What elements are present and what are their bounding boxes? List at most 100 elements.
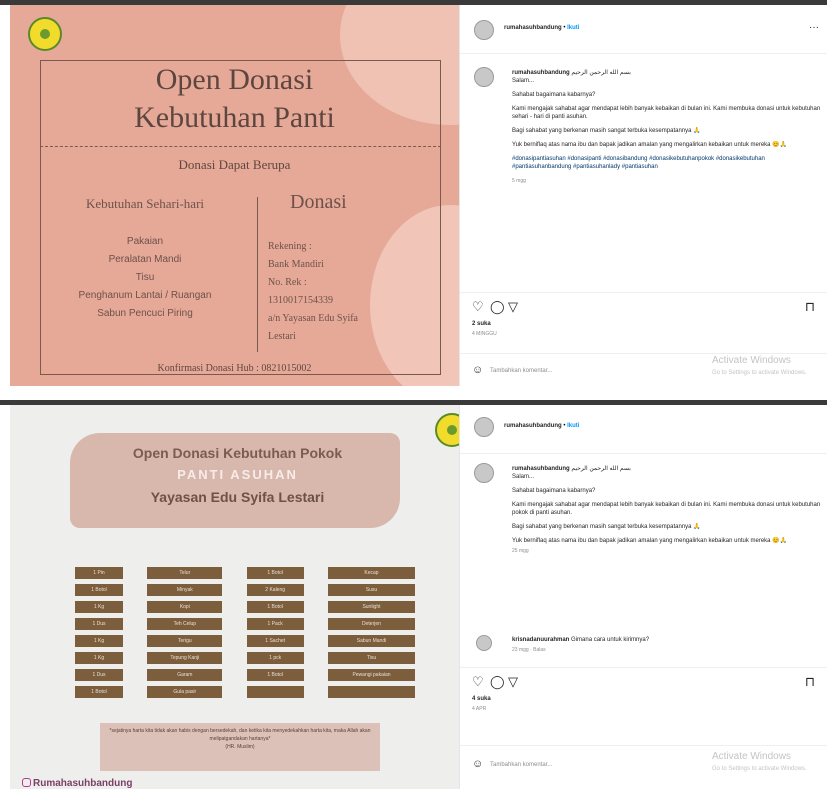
heart-icon[interactable]: ♡ <box>472 674 484 690</box>
caption: rumahasuhbandung بسم الله الرحمن الرحيم S… <box>512 465 821 561</box>
table-cell: 2 Kaleng <box>246 584 304 596</box>
table-cell: 1 Botol <box>75 686 123 698</box>
table-cell: Minyak <box>147 584 223 596</box>
caption-paragraph: Yuk berniflaq atas nama ibu dan bapak ja… <box>512 538 788 544</box>
caption-time: 25 mgg <box>512 548 529 554</box>
comment-item: krisnadanuurahman Gimana cara untuk kiri… <box>512 637 650 653</box>
table-cell <box>327 686 415 698</box>
caption-paragraph: Salam... <box>512 78 535 84</box>
bank-info: Rekening : Bank Mandiri No. Rek : 131001… <box>268 238 358 346</box>
send-icon[interactable]: ▽ <box>508 674 518 690</box>
likes-count[interactable]: 4 suka <box>472 696 491 702</box>
table-row: 1 Botol Gula pasir <box>75 686 415 698</box>
table-row: 1 Botol Minyak 2 Kaleng Susu <box>75 584 415 596</box>
table-cell: Susu <box>327 584 415 596</box>
poster-title: Open Donasi Kebutuhan Pokok <box>132 445 343 461</box>
table-cell: 1 Sachet <box>246 635 304 647</box>
table-row: 1 Dus Teh Celup 1 Pack Deterjen <box>75 618 415 630</box>
brand-text: Rumahasuhbandung <box>33 778 133 789</box>
quote-text: *sejatinya harta kita tidak akan habis d… <box>109 728 371 742</box>
commenter-username[interactable]: krisnadanuurahman <box>512 637 569 643</box>
bank-line: Rekening : <box>268 241 312 252</box>
caption-paragraph: Bagi sahabat yang berkenan masih sangat … <box>512 128 701 134</box>
table-cell: Garam <box>147 669 223 681</box>
table-cell: 1 Botol <box>246 601 304 613</box>
post-sidebar: rumahasuhbandung • Ikuti rumahasuhbandun… <box>459 405 827 789</box>
post-date: 4 MINGGU <box>472 331 497 337</box>
post-date: 4 APR <box>472 706 487 712</box>
bank-line: a/n Yayasan Edu Syifa <box>268 313 358 324</box>
comment-input[interactable]: Tambahkan komentar... <box>490 762 552 768</box>
follow-button[interactable]: Ikuti <box>567 423 579 429</box>
post-screenshot-2: Open Donasi Kebutuhan Pokok PANTI ASUHAN… <box>0 400 827 789</box>
poster-title-line1: Open Donasi <box>155 63 314 96</box>
header-user: rumahasuhbandung • Ikuti <box>504 25 579 31</box>
bank-line: Lestari <box>268 331 296 342</box>
items-list: Pakaian Peralatan Mandi Tisu Penghanum L… <box>50 233 240 323</box>
table-cell: Sunlight <box>327 601 415 613</box>
bookmark-icon[interactable]: ⊓ <box>805 299 815 315</box>
caption: rumahasuhbandung بسم الله الرحمن الرحيم S… <box>512 69 821 191</box>
poster-footer: Konfirmasi Donasi Hub : 0821015002 <box>157 363 312 374</box>
table-cell: 1 pck <box>246 652 304 664</box>
likes-count[interactable]: 2 suka <box>472 321 491 327</box>
bank-line: 1310017154339 <box>268 295 333 306</box>
table-cell: Gula pasir <box>147 686 223 698</box>
list-item: Peralatan Mandi <box>108 254 182 265</box>
heart-icon[interactable]: ♡ <box>472 299 484 315</box>
table-cell: Kopi <box>147 601 223 613</box>
caption-paragraph: Sahabat bagaimana kabarnya? <box>512 92 596 98</box>
send-icon[interactable]: ▽ <box>508 299 518 315</box>
action-bar: ♡ ◯ ▽ ⊓ <box>460 292 827 337</box>
bank-line: No. Rek : <box>268 277 307 288</box>
table-cell: 1 Pack <box>246 618 304 630</box>
caption-username[interactable]: rumahasuhbandung <box>512 70 570 76</box>
table-cell: Telur <box>147 567 223 579</box>
emoji-icon[interactable]: ☺ <box>472 758 483 770</box>
caption-paragraph: Yuk berniflaq atas nama ibu dan bapak ja… <box>512 142 788 148</box>
left-heading: Kebutuhan Sehari-hari <box>85 196 205 211</box>
caption-arabic: بسم الله الرحمن الرحيم <box>571 70 631 76</box>
table-cell: Pewangi pakaian <box>327 669 415 681</box>
post-header: rumahasuhbandung • Ikuti <box>460 405 827 454</box>
more-icon[interactable]: ··· <box>809 22 819 33</box>
table-cell: Terigu <box>147 635 223 647</box>
hashtags[interactable]: #donasipantiasuhan #donasipanti #donasib… <box>512 155 821 171</box>
caption-paragraph: Sahabat bagaimana kabarnya? <box>512 488 596 494</box>
commenter-avatar[interactable] <box>476 635 492 651</box>
post-screenshot-1: Open Donasi Kebutuhan Panti Donasi Dapat… <box>0 0 827 386</box>
table-cell: Sabun Mandi <box>327 635 415 647</box>
caption-paragraph: Kami mengajak sahabat agar mendapat lebi… <box>512 106 821 120</box>
comment-input[interactable]: Tambahkan komentar... <box>490 368 552 374</box>
watermark-subtitle: Go to Settings to activate Windows. <box>712 766 807 772</box>
caption-avatar[interactable] <box>474 67 494 87</box>
divider-vertical <box>257 197 258 352</box>
caption-avatar[interactable] <box>474 463 494 483</box>
windows-watermark: Activate Windows Go to Settings to activ… <box>712 751 807 775</box>
comment-icon[interactable]: ◯ <box>490 299 505 315</box>
separator: • <box>563 25 566 31</box>
poster-title-line2: Kebutuhan Panti <box>134 101 335 134</box>
watermark-title: Activate Windows <box>712 355 791 366</box>
table-cell: 1 Botol <box>246 567 304 579</box>
table-cell: 1 Botol <box>75 584 123 596</box>
table-cell: 1 Botol <box>246 669 304 681</box>
yayasan-logo <box>28 17 62 51</box>
avatar[interactable] <box>474 417 494 437</box>
post-sidebar: rumahasuhbandung • Ikuti ··· rumahasuhba… <box>459 5 827 386</box>
follow-button[interactable]: Ikuti <box>567 25 579 31</box>
emoji-icon[interactable]: ☺ <box>472 364 483 376</box>
caption-paragraph: Salam... <box>512 474 535 480</box>
caption-username[interactable]: rumahasuhbandung <box>512 466 570 472</box>
username-link[interactable]: rumahasuhbandung <box>504 25 562 31</box>
comment-text: Gimana cara untuk kirimnya? <box>571 637 650 643</box>
reply-button[interactable]: Balas <box>533 647 546 653</box>
list-item: Penghanum Lantai / Ruangan <box>78 290 212 301</box>
comment-icon[interactable]: ◯ <box>490 674 505 690</box>
avatar[interactable] <box>474 20 494 40</box>
table-row: 1 Kg Terigu 1 Sachet Sabun Mandi <box>75 635 415 647</box>
table-row: 1 Dus Garam 1 Botol Pewangi pakaian <box>75 669 415 681</box>
bookmark-icon[interactable]: ⊓ <box>805 674 815 690</box>
username-link[interactable]: rumahasuhbandung <box>504 423 562 429</box>
quote-source: (HR. Muslim) <box>225 744 255 750</box>
